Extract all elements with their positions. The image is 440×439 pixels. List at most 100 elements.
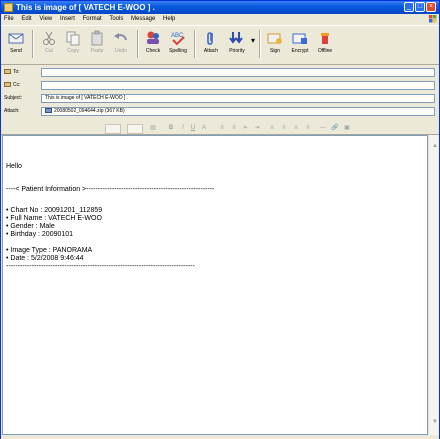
- menu-bar: File Edit View Insert Format Tools Messa…: [1, 14, 439, 24]
- subject-label: Subject:: [4, 95, 23, 101]
- paragraph-style-icon[interactable]: ▤: [149, 124, 157, 132]
- hyperlink-icon[interactable]: 🔗: [331, 124, 339, 132]
- priority-button[interactable]: Priority: [225, 28, 249, 62]
- menu-edit[interactable]: Edit: [18, 14, 34, 24]
- message-body[interactable]: Hello ----< Patient Information >-------…: [2, 135, 428, 435]
- priority-icon: [229, 32, 243, 44]
- subject-row: Subject: This is image of [ VATECH E-WOO…: [1, 93, 439, 104]
- offline-button[interactable]: Offline: [313, 28, 337, 62]
- menu-view[interactable]: View: [36, 14, 55, 24]
- status-bar: [1, 435, 439, 439]
- attachment-field[interactable]: 20080502_094644.zip (367 KB): [41, 107, 435, 116]
- undo-icon: [114, 33, 127, 41]
- birthday-line: • Birthday : 20090101: [6, 231, 74, 238]
- undo-button[interactable]: Undo: [110, 28, 132, 62]
- cc-label[interactable]: Cc:: [4, 82, 38, 89]
- send-label: Send: [10, 48, 22, 54]
- send-button[interactable]: Send: [5, 28, 27, 62]
- horizontal-line-icon[interactable]: —: [319, 124, 327, 132]
- underline-button[interactable]: U: [189, 124, 197, 132]
- paste-label: Paste: [90, 48, 104, 54]
- cc-field[interactable]: [41, 81, 435, 90]
- align-right-icon[interactable]: ≡: [292, 124, 300, 132]
- copy-button[interactable]: Copy: [62, 28, 84, 62]
- window-title: This is image of [ VATECH E-WOO ] .: [16, 3, 155, 12]
- title-bar[interactable]: This is image of [ VATECH E-WOO ] . _ □ …: [1, 1, 439, 14]
- attach-label: Attach: [203, 48, 219, 54]
- attach-label-header: Attach:: [4, 108, 20, 114]
- menu-help[interactable]: Help: [160, 14, 178, 24]
- menu-format[interactable]: Format: [80, 14, 105, 24]
- font-color-icon[interactable]: A: [200, 124, 208, 132]
- numbered-list-icon[interactable]: ≡: [218, 124, 226, 132]
- subject-field[interactable]: This is image of [ VATECH E-WOO ] .: [41, 94, 435, 103]
- spelling-button[interactable]: ABC Spelling: [166, 28, 190, 62]
- formatting-toolbar: ▤ B I U A ≡ ≡ ⇤ ⇥ ≡ ≡ ≡ ≡ — 🔗 ▣: [1, 122, 439, 135]
- priority-label: Priority: [229, 48, 245, 54]
- toolbar: Send Cut Copy Paste Undo Check ABC Spell…: [1, 25, 439, 65]
- menu-insert[interactable]: Insert: [57, 14, 78, 24]
- bold-button[interactable]: B: [167, 124, 175, 132]
- cut-button[interactable]: Cut: [38, 28, 60, 62]
- menu-message[interactable]: Message: [128, 14, 158, 24]
- toolbar-separator: [137, 30, 139, 58]
- attach-button[interactable]: Attach: [200, 28, 222, 62]
- scroll-up-icon[interactable]: ▲: [432, 143, 438, 149]
- menu-file[interactable]: File: [1, 14, 17, 24]
- sign-icon: [267, 33, 282, 44]
- spelling-label: Spelling: [169, 48, 187, 54]
- toolbar-separator: [194, 30, 196, 58]
- check-names-icon: [147, 31, 159, 44]
- bullet-list-icon[interactable]: ≡: [230, 124, 238, 132]
- toolbar-separator: [32, 30, 34, 58]
- font-select[interactable]: [105, 124, 121, 134]
- maximize-button[interactable]: □: [415, 2, 425, 12]
- italic-button[interactable]: I: [179, 124, 187, 132]
- justify-icon[interactable]: ≡: [304, 124, 312, 132]
- to-field[interactable]: [41, 68, 435, 77]
- insert-picture-icon[interactable]: ▣: [343, 124, 351, 132]
- align-center-icon[interactable]: ≡: [280, 124, 288, 132]
- message-greeting: Hello: [6, 163, 22, 170]
- copy-label: Copy: [67, 48, 79, 54]
- address-book-icon: [4, 82, 11, 87]
- undo-label: Undo: [115, 48, 127, 54]
- encrypt-icon: [292, 33, 307, 44]
- menu-tools[interactable]: Tools: [106, 14, 126, 24]
- close-button[interactable]: ×: [426, 2, 436, 12]
- decrease-indent-icon[interactable]: ⇤: [242, 124, 250, 132]
- increase-indent-icon[interactable]: ⇥: [253, 124, 261, 132]
- send-icon: [8, 33, 24, 44]
- envelope-icon: [4, 3, 13, 12]
- windows-flag-icon: [429, 15, 437, 23]
- font-size-select[interactable]: [127, 124, 143, 134]
- paperclip-icon: [207, 32, 213, 45]
- minimize-button[interactable]: _: [404, 2, 414, 12]
- check-names-button[interactable]: Check: [142, 28, 164, 62]
- encrypt-label: Encrypt: [291, 48, 309, 54]
- scroll-down-icon[interactable]: ▼: [432, 419, 438, 425]
- spelling-icon: ABC: [171, 33, 185, 46]
- paste-button[interactable]: Paste: [86, 28, 108, 62]
- offline-label: Offline: [317, 48, 333, 54]
- patient-info-header: ----< Patient Information >-------------…: [6, 186, 215, 193]
- to-row: To:: [1, 67, 439, 78]
- offline-icon: [321, 33, 329, 44]
- priority-dropdown-icon[interactable]: ▾: [250, 36, 256, 70]
- check-label: Check: [145, 48, 161, 54]
- toolbar-separator: [259, 30, 261, 58]
- zip-file-icon: [45, 108, 52, 113]
- paste-icon: [91, 30, 103, 46]
- vertical-scrollbar[interactable]: ▲ ▼: [428, 135, 439, 435]
- align-left-icon[interactable]: ≡: [268, 124, 276, 132]
- attach-row: Attach: 20080502_094644.zip (367 KB): [1, 106, 439, 117]
- compose-window: This is image of [ VATECH E-WOO ] . _ □ …: [0, 0, 440, 439]
- attachment-name[interactable]: 20080502_094644.zip (367 KB): [54, 108, 125, 114]
- chart-no-line: • Chart No : 20091201_112859: [6, 207, 103, 214]
- sign-button[interactable]: Sign: [264, 28, 286, 62]
- to-label[interactable]: To:: [4, 69, 38, 76]
- full-name-line: • Full Name : VATECH E-WOO: [6, 215, 102, 222]
- date-line: • Date : 5/2/2008 9:46:44: [6, 255, 84, 262]
- encrypt-button[interactable]: Encrypt: [288, 28, 312, 62]
- footer-rule: ----------------------------------------…: [6, 263, 195, 270]
